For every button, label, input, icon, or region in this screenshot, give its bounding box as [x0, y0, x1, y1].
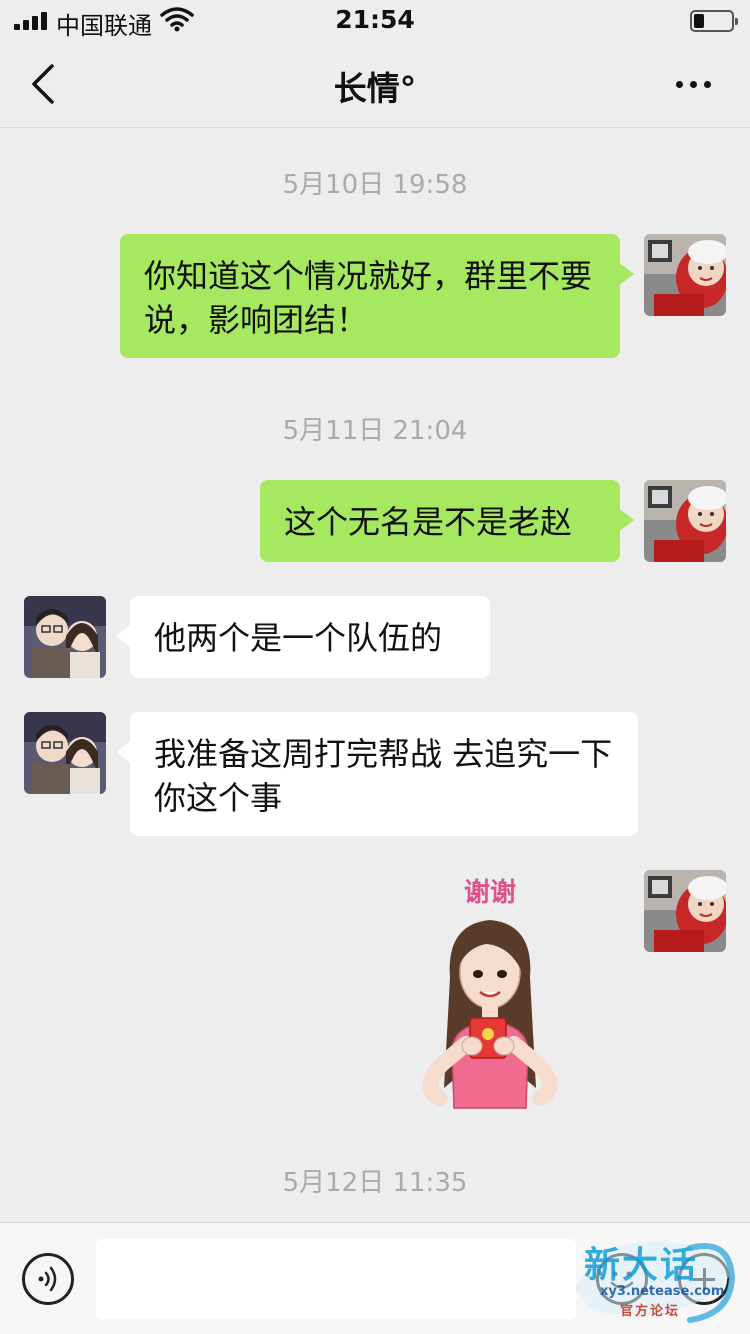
message-text: 你知道这个情况就好，群里不要说，影响团结！ [144, 257, 593, 339]
status-bar: 中国联通 21:54 [0, 0, 750, 40]
avatar-self[interactable] [644, 234, 726, 316]
battery-icon [690, 10, 738, 32]
sticker-girl-red-envelope [422, 920, 558, 1109]
incoming-message[interactable]: 我准备这周打完帮战 去追究一下你这个事 [116, 712, 638, 836]
message-text: 这个无名是不是老赵 [284, 503, 573, 541]
avatar-contact[interactable] [24, 712, 106, 794]
avatar-contact[interactable] [24, 596, 106, 678]
timestamp: 5月12日 11:35 [282, 1168, 468, 1198]
watermark-url: xy3.netease.com [600, 1284, 725, 1299]
more-icon[interactable] [672, 66, 716, 102]
sticker-message[interactable]: 谢谢 [400, 868, 580, 1118]
outgoing-message[interactable]: 这个无名是不是老赵 [260, 480, 634, 562]
outgoing-message[interactable]: 你知道这个情况就好，群里不要说，影响团结！ [120, 234, 634, 358]
incoming-message[interactable]: 他两个是一个队伍的 [116, 596, 490, 678]
message-text: 我准备这周打完帮战 去追究一下你这个事 [154, 735, 613, 817]
voice-icon[interactable] [22, 1253, 74, 1305]
watermark-title: 新大话 [584, 1244, 699, 1286]
avatar-self[interactable] [644, 480, 726, 562]
clock: 21:54 [335, 5, 415, 34]
message-input[interactable] [96, 1239, 576, 1319]
watermark-subtitle: 官方论坛 [620, 1304, 681, 1319]
message-text: 他两个是一个队伍的 [154, 619, 443, 657]
timestamp: 5月10日 19:58 [282, 170, 468, 200]
forum-watermark: 新大话 xy3.netease.com 官方论坛 [570, 1228, 740, 1328]
chat-header: 长情° [0, 40, 750, 128]
avatar-self[interactable] [644, 870, 726, 952]
chat-title: 长情° [333, 69, 417, 108]
timestamp: 5月11日 21:04 [282, 416, 468, 446]
